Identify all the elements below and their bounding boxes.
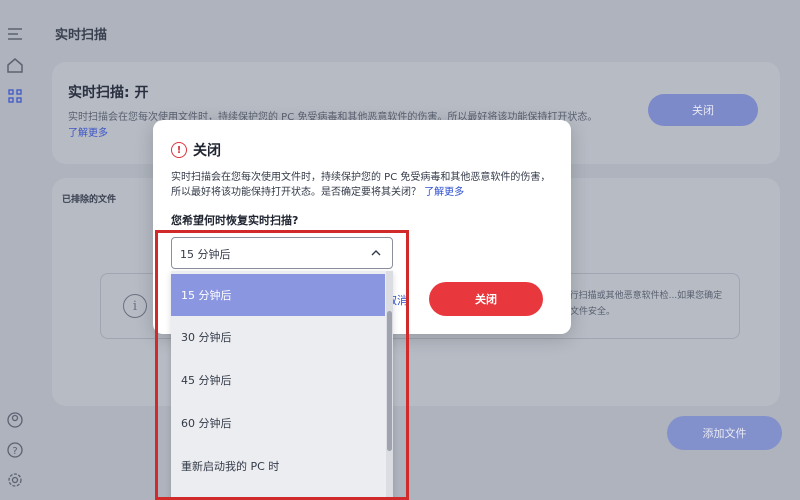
dialog-learn-more-link[interactable]: 了解更多 xyxy=(424,187,464,198)
resume-time-select[interactable]: 15 分钟后 xyxy=(171,237,393,269)
resume-question: 您希望何时恢复实时扫描? xyxy=(171,214,299,227)
info-icon: i xyxy=(123,294,147,318)
dropdown-option[interactable]: 60 分钟后 xyxy=(171,402,385,444)
dropdown-option[interactable]: 15 分钟后 xyxy=(171,274,385,316)
account-icon[interactable] xyxy=(5,410,25,430)
apps-icon[interactable] xyxy=(5,86,25,106)
confirm-close-button[interactable]: 关闭 xyxy=(429,282,543,316)
svg-text:?: ? xyxy=(12,446,17,457)
select-value: 15 分钟后 xyxy=(180,248,231,261)
scan-status-title: 实时扫描: 开 xyxy=(68,85,149,101)
dropdown-option[interactable]: 45 分钟后 xyxy=(171,359,385,401)
dialog-header: ! 关闭 xyxy=(171,140,221,160)
add-file-button[interactable]: 添加文件 xyxy=(667,416,782,450)
excluded-files-title: 已排除的文件 xyxy=(62,195,117,205)
warning-icon: ! xyxy=(171,142,187,158)
help-icon[interactable]: ? xyxy=(5,440,25,460)
learn-more-link[interactable]: 了解更多 xyxy=(68,128,108,139)
home-icon[interactable] xyxy=(5,55,25,75)
page-title: 实时扫描 xyxy=(55,28,108,43)
resume-time-dropdown: 15 分钟后 30 分钟后 45 分钟后 60 分钟后 重新启动我的 PC 时 xyxy=(171,271,393,500)
dropdown-option[interactable]: 重新启动我的 PC 时 xyxy=(171,445,385,487)
scrollbar-thumb[interactable] xyxy=(387,311,392,451)
info-text: ...行扫描或其他恶意软件检...如果您确定此文件安全。 xyxy=(561,291,723,317)
nav-rail: ? xyxy=(0,0,30,500)
dropdown-option[interactable]: 30 分钟后 xyxy=(171,316,385,358)
settings-icon[interactable] xyxy=(5,470,25,490)
dialog-title: 关闭 xyxy=(193,143,221,159)
dialog-body: 实时扫描会在您每次使用文件时，持续保护您的 PC 免受病毒和其他恶意软件的伤害，… xyxy=(171,170,551,200)
chevron-up-icon xyxy=(371,250,381,256)
dropdown-scrollbar[interactable] xyxy=(386,271,393,500)
dialog-body-text: 实时扫描会在您每次使用文件时，持续保护您的 PC 免受病毒和其他恶意软件的伤害，… xyxy=(171,172,551,198)
turn-off-button[interactable]: 关闭 xyxy=(648,94,758,126)
menu-icon[interactable] xyxy=(5,24,25,44)
